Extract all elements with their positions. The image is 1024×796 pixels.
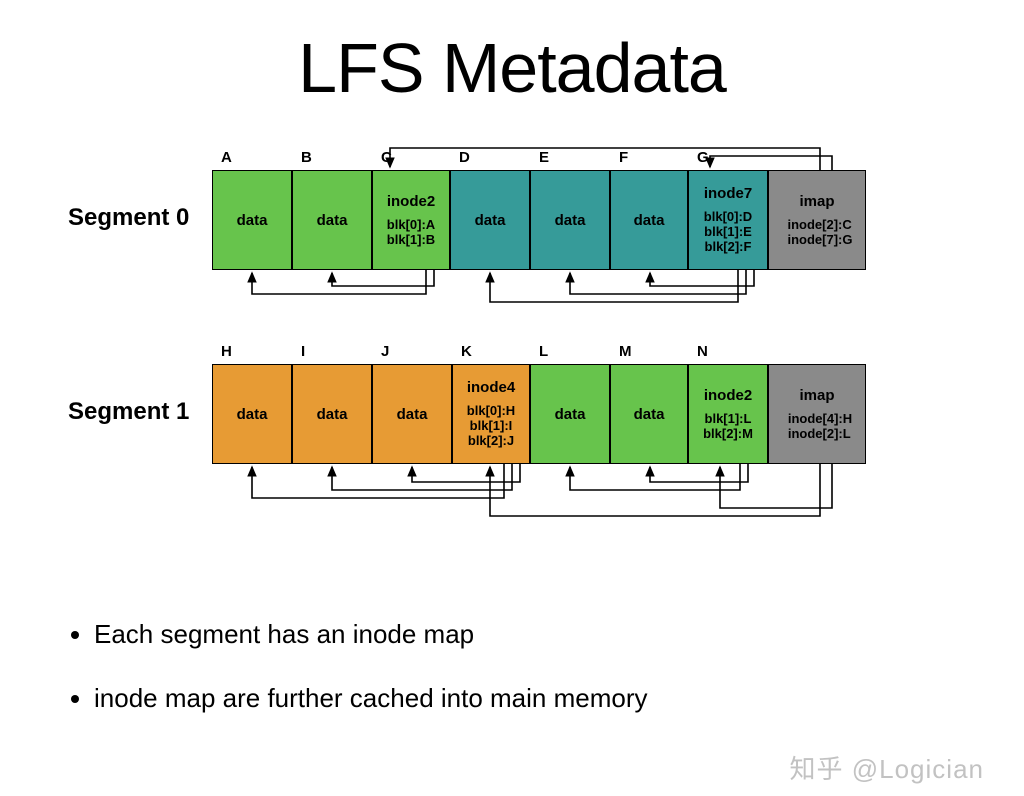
block-letter: E — [539, 149, 549, 166]
imap-header: imap — [799, 193, 834, 210]
data-label: data — [397, 406, 428, 423]
inode-header: inode7 — [704, 185, 752, 202]
inode-lines: blk[0]:Ablk[1]:B — [387, 218, 435, 248]
page-title: LFS Metadata — [0, 28, 1024, 108]
segment0-row: AdataBdataCinode2blk[0]:Ablk[1]:BDdataEd… — [212, 170, 866, 270]
data-block: Adata — [213, 171, 293, 269]
imap-lines: inode[4]:Hinode[2]:L — [782, 412, 852, 442]
inode-header: inode2 — [704, 387, 752, 404]
bullet-2: inode map are further cached into main m… — [94, 682, 954, 716]
block-letter: I — [301, 343, 305, 360]
block-letter: B — [301, 149, 312, 166]
block-letter: N — [697, 343, 708, 360]
data-block: Hdata — [213, 365, 293, 463]
data-label: data — [317, 406, 348, 423]
data-label: data — [475, 212, 506, 229]
inode-block: Kinode4blk[0]:Hblk[1]:Iblk[2]:J — [453, 365, 531, 463]
block-letter: L — [539, 343, 548, 360]
bullet-list: Each segment has an inode map inode map … — [70, 618, 954, 716]
data-block: Fdata — [611, 171, 689, 269]
inode-lines: blk[0]:Dblk[1]:Eblk[2]:F — [704, 210, 752, 255]
block-letter: A — [221, 149, 232, 166]
data-label: data — [555, 406, 586, 423]
block-letter: M — [619, 343, 632, 360]
data-block: Jdata — [373, 365, 453, 463]
imap-block: imap inode[4]:Hinode[2]:L — [769, 365, 865, 463]
block-letter: J — [381, 343, 389, 360]
segment0-label: Segment 0 — [68, 204, 189, 232]
block-letter: K — [461, 343, 472, 360]
data-block: Ddata — [451, 171, 531, 269]
segments-diagram: Segment 0 AdataBdataCinode2blk[0]:Ablk[1… — [60, 138, 964, 618]
data-block: Idata — [293, 365, 373, 463]
segment1-row: HdataIdataJdataKinode4blk[0]:Hblk[1]:Ibl… — [212, 364, 866, 464]
data-label: data — [237, 212, 268, 229]
imap-block: imap inode[2]:Cinode[7]:G — [769, 171, 865, 269]
data-label: data — [317, 212, 348, 229]
inode-block: Ninode2blk[1]:Lblk[2]:M — [689, 365, 769, 463]
inode-block: Ginode7blk[0]:Dblk[1]:Eblk[2]:F — [689, 171, 769, 269]
block-letter: C — [381, 149, 392, 166]
block-letter: F — [619, 149, 628, 166]
inode-header: inode4 — [467, 379, 515, 396]
segment1-label: Segment 1 — [68, 398, 189, 426]
imap-lines: inode[2]:Cinode[7]:G — [782, 218, 853, 248]
inode-block: Cinode2blk[0]:Ablk[1]:B — [373, 171, 451, 269]
inode-lines: blk[0]:Hblk[1]:Iblk[2]:J — [467, 404, 515, 449]
data-block: Mdata — [611, 365, 689, 463]
inode-header: inode2 — [387, 193, 435, 210]
block-letter: G — [697, 149, 709, 166]
data-label: data — [555, 212, 586, 229]
data-label: data — [237, 406, 268, 423]
data-block: Edata — [531, 171, 611, 269]
data-label: data — [634, 212, 665, 229]
inode-lines: blk[1]:Lblk[2]:M — [703, 412, 753, 442]
block-letter: H — [221, 343, 232, 360]
data-label: data — [634, 406, 665, 423]
imap-header: imap — [799, 387, 834, 404]
data-block: Bdata — [293, 171, 373, 269]
block-letter: D — [459, 149, 470, 166]
bullet-1: Each segment has an inode map — [94, 618, 954, 652]
data-block: Ldata — [531, 365, 611, 463]
